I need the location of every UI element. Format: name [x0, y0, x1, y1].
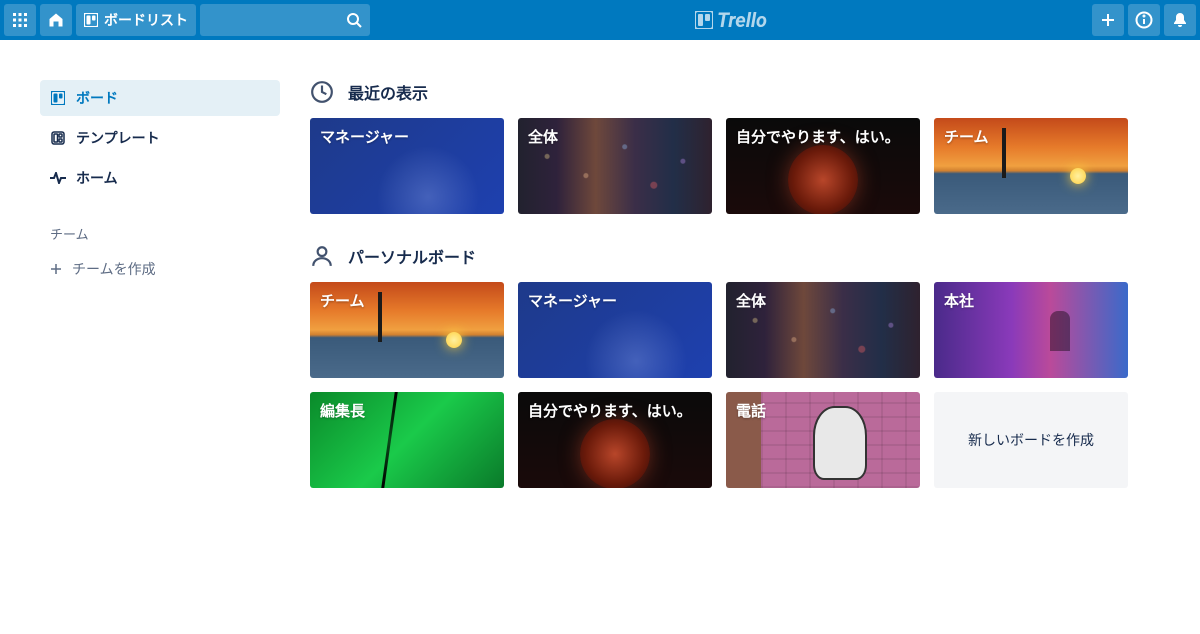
pulse-icon: [50, 170, 66, 186]
board-card[interactable]: 全体: [518, 118, 712, 214]
board-card[interactable]: マネージャー: [518, 282, 712, 378]
sidebar: ボード テンプレート ホーム チーム チームを作成: [40, 80, 280, 518]
sidebar-teams-section: チーム チームを作成: [40, 216, 280, 287]
info-icon: [1135, 11, 1153, 29]
logo-text: Trello: [717, 8, 767, 32]
apps-grid-icon: [12, 12, 28, 28]
board-icon: [50, 90, 66, 106]
plus-icon: [1100, 12, 1116, 28]
board-title: 全体: [736, 290, 910, 311]
board-card[interactable]: 自分でやります、はい。: [726, 118, 920, 214]
board-card[interactable]: 本社: [934, 282, 1128, 378]
board-card[interactable]: マネージャー: [310, 118, 504, 214]
search-input[interactable]: [200, 4, 370, 36]
sidebar-item-label: ホーム: [76, 168, 118, 188]
apps-button[interactable]: [4, 4, 36, 36]
board-title: チーム: [944, 126, 1118, 147]
board-title: 自分でやります、はい。: [528, 400, 702, 421]
clock-icon: [310, 80, 334, 104]
plus-icon: [50, 263, 62, 275]
board-card[interactable]: 電話: [726, 392, 920, 488]
notifications-button[interactable]: [1164, 4, 1196, 36]
recent-section: 最近の表示 マネージャー 全体 自分でやります、はい。 チーム: [310, 80, 1160, 214]
info-button[interactable]: [1128, 4, 1160, 36]
create-board-card[interactable]: 新しいボードを作成: [934, 392, 1128, 488]
board-card[interactable]: 編集長: [310, 392, 504, 488]
board-card[interactable]: 自分でやります、はい。: [518, 392, 712, 488]
section-header: パーソナルボード: [310, 244, 1160, 268]
sidebar-item-label: テンプレート: [76, 128, 160, 148]
board-card[interactable]: 全体: [726, 282, 920, 378]
sidebar-teams-label: チーム: [40, 216, 280, 251]
board-title: 本社: [944, 290, 1118, 311]
search-icon: [346, 12, 362, 28]
sidebar-item-boards[interactable]: ボード: [40, 80, 280, 116]
create-button[interactable]: [1092, 4, 1124, 36]
person-icon: [310, 244, 334, 268]
personal-boards-grid: チーム マネージャー 全体 本社編集長 自分でやります、はい。 電話新しいボードを作成: [310, 282, 1160, 488]
home-icon: [48, 12, 64, 28]
main: ボード テンプレート ホーム チーム チームを作成 最近の表示: [0, 40, 1200, 518]
trello-logo[interactable]: Trello: [695, 8, 767, 32]
boards-list-label: ボードリスト: [104, 10, 188, 30]
create-board-label: 新しいボードを作成: [968, 430, 1094, 450]
home-button[interactable]: [40, 4, 72, 36]
board-icon: [84, 13, 98, 27]
personal-section: パーソナルボード チーム マネージャー 全体 本社編集長 自分でやります、はい。 電話新し…: [310, 244, 1160, 488]
board-title: マネージャー: [528, 290, 702, 311]
board-card[interactable]: チーム: [310, 282, 504, 378]
create-team-button[interactable]: チームを作成: [40, 251, 280, 287]
board-title: 編集長: [320, 400, 494, 421]
trello-logo-icon: [695, 11, 713, 29]
recent-boards-grid: マネージャー 全体 自分でやります、はい。 チーム: [310, 118, 1160, 214]
top-header: ボードリスト Trello: [0, 0, 1200, 40]
board-card[interactable]: チーム: [934, 118, 1128, 214]
board-title: チーム: [320, 290, 494, 311]
template-icon: [50, 130, 66, 146]
sidebar-item-label: ボード: [76, 88, 118, 108]
sidebar-item-home[interactable]: ホーム: [40, 160, 280, 196]
header-center: Trello: [374, 8, 1088, 32]
board-title: 全体: [528, 126, 702, 147]
board-title: 自分でやります、はい。: [736, 126, 910, 147]
board-title: 電話: [736, 400, 910, 421]
header-right: [1092, 4, 1196, 36]
content: 最近の表示 マネージャー全体自分でやります、はい。チーム パーソナルボード チー…: [310, 80, 1160, 518]
create-team-label: チームを作成: [72, 259, 156, 279]
section-title: パーソナルボード: [348, 244, 476, 268]
bell-icon: [1172, 12, 1188, 28]
sidebar-item-templates[interactable]: テンプレート: [40, 120, 280, 156]
section-title: 最近の表示: [348, 80, 428, 104]
board-title: マネージャー: [320, 126, 494, 147]
section-header: 最近の表示: [310, 80, 1160, 104]
boards-list-button[interactable]: ボードリスト: [76, 4, 196, 36]
